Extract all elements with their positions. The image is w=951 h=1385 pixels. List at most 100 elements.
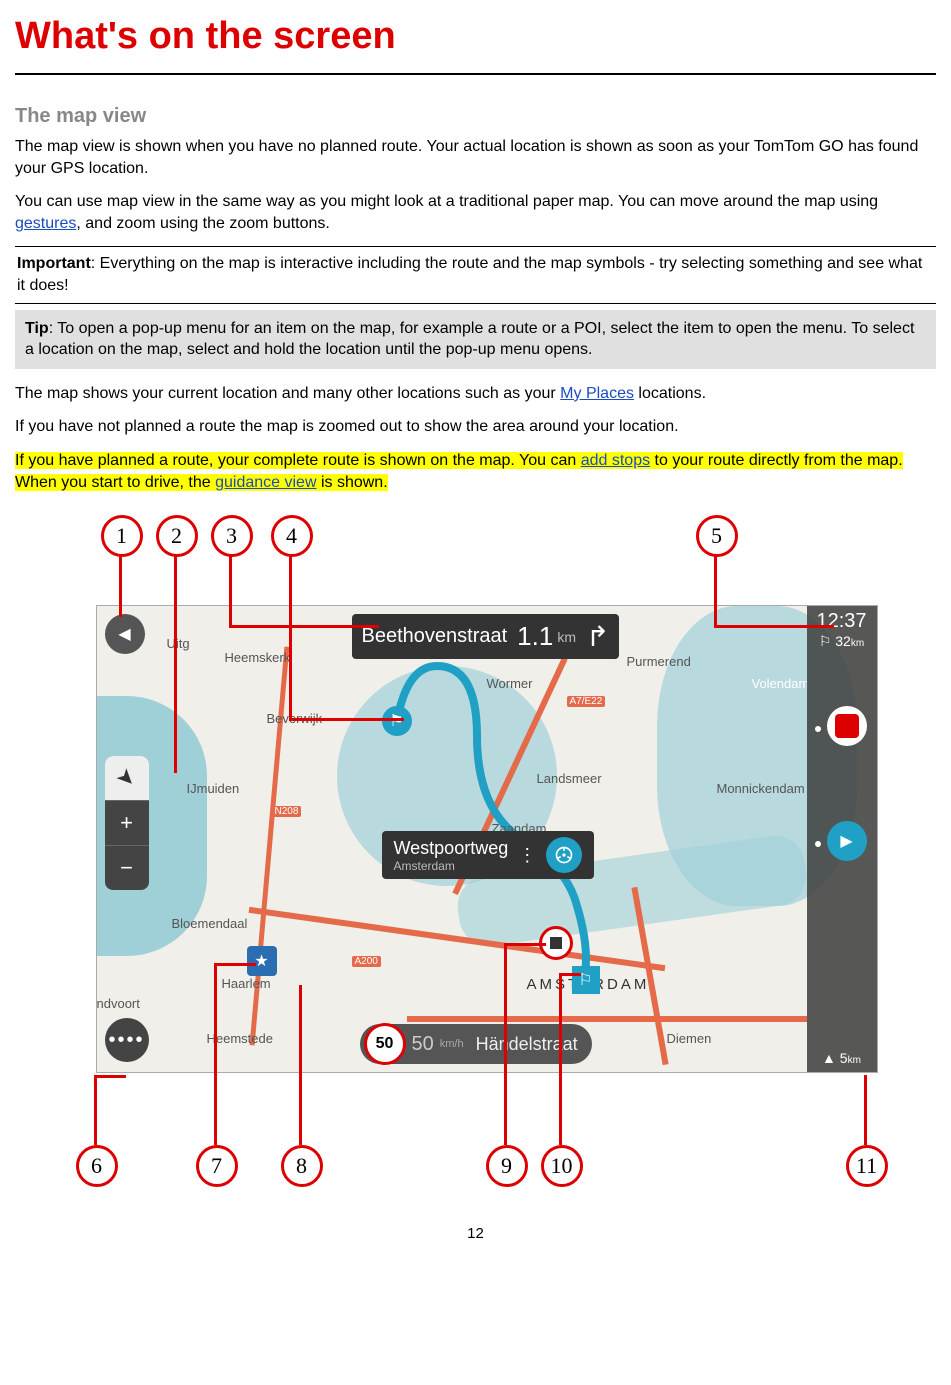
gestures-link[interactable]: gestures	[15, 215, 76, 232]
routebar-poi-marker[interactable]	[827, 706, 867, 746]
important-label: Important	[17, 255, 91, 272]
my-place-marker[interactable]: ★	[247, 946, 277, 976]
para3-a: The map shows your current location and …	[15, 385, 560, 402]
para2-text-a: You can use map view in the same way as …	[15, 193, 878, 210]
turn-right-icon: ↱	[586, 620, 609, 653]
speed-limit-sign: 50	[364, 1023, 406, 1065]
place-haarlem: Haarlem	[222, 976, 271, 991]
main-menu-button[interactable]: ••••	[105, 1018, 149, 1062]
important-text: : Everything on the map is interactive i…	[17, 255, 922, 294]
add-stops-link[interactable]: add stops	[581, 452, 650, 469]
instruction-dist-unit: km	[557, 629, 576, 645]
instruction-dist-value: 1.1	[517, 621, 553, 652]
routebar-dot-1	[815, 726, 821, 732]
flag-icon-2: ▶	[840, 831, 852, 851]
callout-8: 8	[281, 1145, 323, 1187]
section-heading: The map view	[15, 105, 936, 128]
flag-icon: ⚑	[389, 711, 403, 731]
remaining-dist-unit: km	[851, 638, 864, 649]
popup-menu-icon[interactable]: ⋮	[518, 851, 536, 859]
leader-10v	[559, 975, 562, 1145]
para-no-route: If you have not planned a route the map …	[15, 416, 936, 438]
compass-icon: ▲	[822, 1050, 836, 1066]
page-title: What's on the screen	[15, 15, 936, 58]
current-street: Händelstraat	[476, 1034, 578, 1055]
place-purmerend: Purmerend	[627, 654, 691, 669]
para3-b: locations.	[634, 385, 706, 402]
important-note: Important: Everything on the map is inte…	[15, 246, 936, 303]
leader-4h	[289, 718, 404, 721]
intro-para-2: You can use map view in the same way as …	[15, 191, 936, 234]
leader-7h	[214, 963, 256, 966]
leader-5v	[714, 553, 717, 625]
drive-button[interactable]	[546, 837, 582, 873]
callout-3: 3	[211, 515, 253, 557]
control-stack: ➤ + −	[105, 756, 149, 890]
intro-para-1: The map view is shown when you have no p…	[15, 136, 936, 179]
bottom-dist-value: 5	[840, 1050, 848, 1066]
place-wormer: Wormer	[487, 676, 533, 691]
page-number: 12	[15, 1225, 936, 1242]
plus-icon: +	[120, 810, 133, 836]
leader-2	[174, 553, 177, 773]
guidance-view-link[interactable]: guidance view	[215, 474, 316, 491]
next-instruction-panel[interactable]: Beethovenstraat 1.1km ↱	[352, 614, 620, 659]
tip-note: Tip: To open a pop-up menu for an item o…	[15, 310, 936, 369]
tip-label: Tip	[25, 320, 49, 337]
callout-10: 10	[541, 1145, 583, 1187]
highlight-span: If you have planned a route, your comple…	[15, 452, 903, 491]
place-ndvoort: ndvoort	[97, 996, 140, 1011]
leader-4v	[289, 553, 292, 718]
leader-7v	[214, 965, 217, 1145]
leader-6v	[94, 1075, 97, 1145]
leader-8	[299, 985, 302, 1145]
popup-subtitle: Amsterdam	[394, 859, 509, 873]
leader-10h	[559, 973, 581, 976]
star-icon: ★	[254, 951, 268, 971]
current-speed-unit: km/h	[440, 1038, 464, 1050]
destination-marker[interactable]: ⚐	[572, 966, 600, 994]
place-volendam: Volendam	[752, 676, 810, 691]
minus-icon: −	[120, 855, 133, 881]
zoom-out-button[interactable]: −	[105, 846, 149, 890]
place-monnickendam: Monnickendam	[717, 781, 805, 796]
place-uitg: Uitg	[167, 636, 190, 651]
para-myplaces: The map shows your current location and …	[15, 383, 936, 405]
callout-6: 6	[76, 1145, 118, 1187]
current-speed-value: 50	[412, 1033, 434, 1056]
remaining-dist-value: 32	[835, 633, 851, 649]
callout-9: 9	[486, 1145, 528, 1187]
location-popup[interactable]: Westpoortweg Amsterdam ⋮	[382, 831, 595, 879]
routebar-stop-marker[interactable]: ▶	[827, 821, 867, 861]
back-button[interactable]: ◀	[105, 614, 145, 654]
flag-small-icon: ⚐	[819, 633, 832, 649]
bottom-dist-unit: km	[848, 1055, 861, 1066]
place-heemskerk: Heemskerk	[225, 650, 291, 665]
place-bloemendaal: Bloemendaal	[172, 916, 248, 931]
leader-6h	[94, 1075, 126, 1078]
popup-text: Westpoortweg Amsterdam	[394, 838, 509, 873]
arrow-icon: ➤	[111, 762, 142, 793]
poi-icon	[835, 714, 859, 738]
dots-icon: ••••	[108, 1029, 144, 1052]
route-bar[interactable]: 12:37 ⚐ 32km ▶ ▲ 5km	[807, 606, 877, 1072]
leader-11	[864, 1075, 867, 1145]
zoom-in-button[interactable]: +	[105, 801, 149, 846]
chevron-left-icon: ◀	[118, 624, 130, 644]
route-start-marker[interactable]: ⚑	[382, 706, 412, 736]
pin-icon	[550, 937, 562, 949]
callout-2: 2	[156, 515, 198, 557]
leader-5h	[714, 625, 834, 628]
place-landsmeer: Landsmeer	[537, 771, 602, 786]
para-planned-route: If you have planned a route, your comple…	[15, 450, 936, 493]
arrival-time: 12:37	[807, 610, 877, 633]
my-places-link[interactable]: My Places	[560, 385, 634, 402]
para5-a: If you have planned a route, your comple…	[15, 452, 581, 469]
callout-11: 11	[846, 1145, 888, 1187]
para5-c: is shown.	[317, 474, 388, 491]
instruction-street: Beethovenstraat	[362, 625, 508, 648]
routebar-dot-2	[815, 841, 821, 847]
switch-view-button[interactable]: ➤	[105, 756, 149, 801]
speed-panel[interactable]: 50 50 km/h Händelstraat	[360, 1024, 592, 1064]
callout-5: 5	[696, 515, 738, 557]
